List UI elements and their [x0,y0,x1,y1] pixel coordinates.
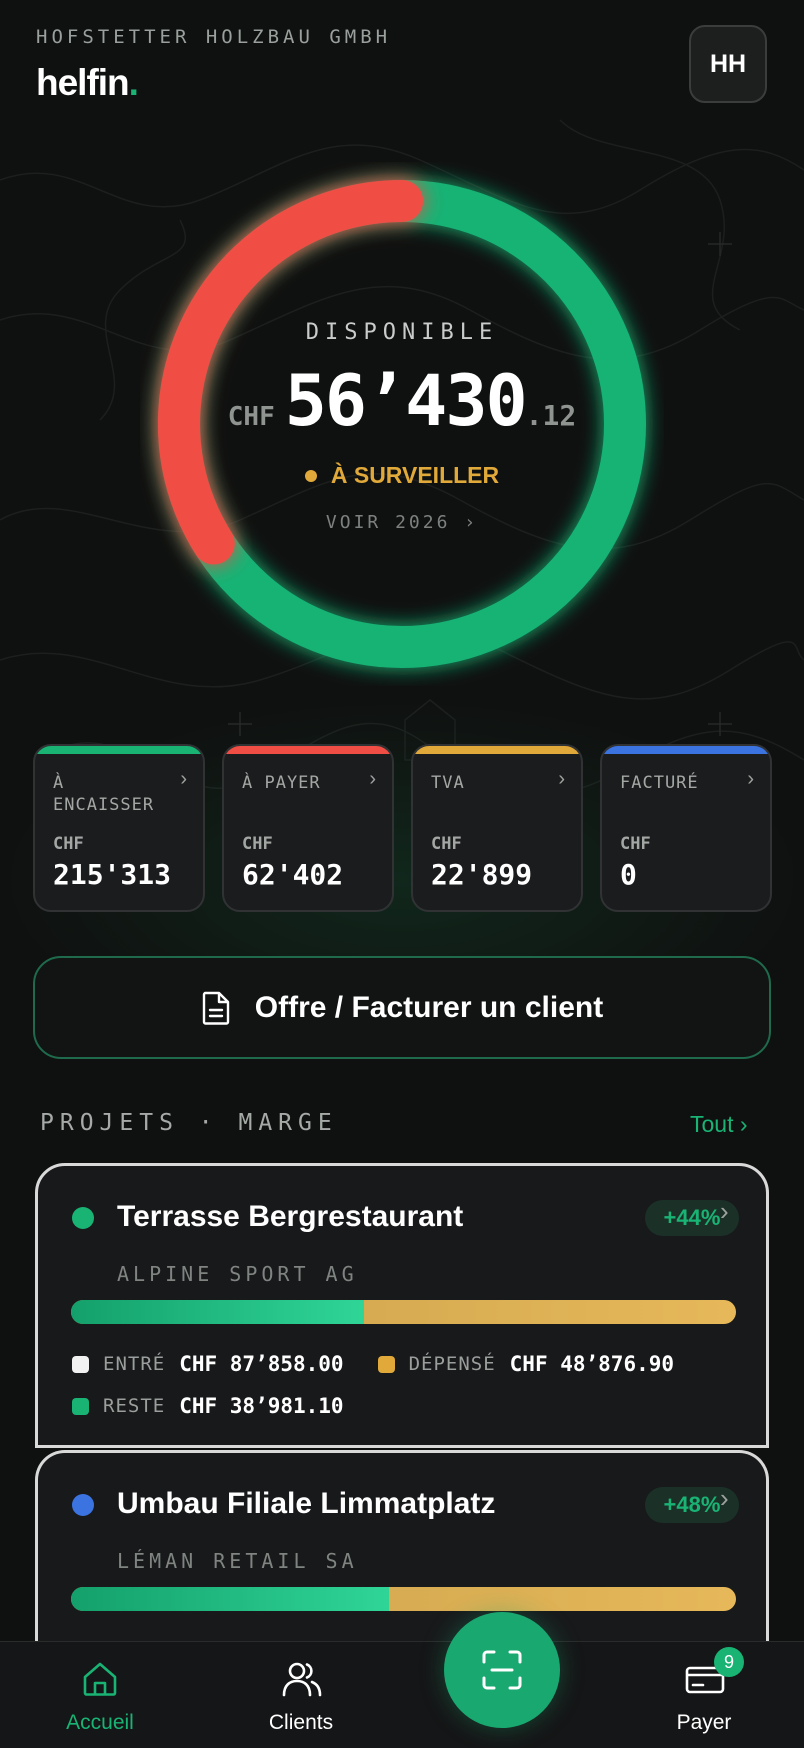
legend-spent-value: CHF 48’876.90 [509,1352,675,1376]
legend-rest-value: CHF 38’981.10 [179,1394,344,1418]
project-status-dot [72,1494,94,1516]
stat-card-to-collect[interactable]: À ENCAISSER › CHF 215'313 [33,744,205,912]
nav-item-home[interactable]: Accueil [25,1642,175,1748]
project-name: Terrasse Bergrestaurant [117,1200,464,1233]
stat-currency: CHF [620,834,651,854]
stat-label: FACTURÉ [620,773,699,793]
home-icon [83,1662,117,1696]
chevron-right-icon: › [747,768,754,790]
legend-entered-label: ENTRÉ [103,1353,166,1375]
balance-label: DISPONIBLE [305,320,499,345]
legend-row: RESTE CHF 38’981.10 [72,1394,378,1418]
stat-accent-bar [602,746,770,754]
see-all-link[interactable]: Tout › [690,1111,748,1138]
project-card[interactable]: Umbau Filiale Limmatplatz LÉMAN RETAIL S… [35,1450,769,1670]
invoice-client-label: Offre / Facturer un client [254,990,604,1024]
bottom-navigation: Accueil Clients Payer [0,1641,804,1748]
stat-currency: CHF [53,834,84,854]
pay-notification-badge: 9 [714,1647,744,1677]
stat-accent-bar [35,746,203,754]
chevron-right-icon: › [720,1196,729,1226]
section-title: PROJETS · MARGE [40,1110,338,1136]
stat-currency: CHF [431,834,462,854]
balance-amount-decimal: .12 [525,399,577,432]
chevron-right-icon: › [720,1483,729,1513]
invoice-client-button[interactable]: Offre / Facturer un client [33,956,771,1059]
margin-progress-bar [71,1587,736,1611]
brand-dot: . [128,62,139,103]
stat-accent-bar [224,746,392,754]
chevron-right-icon: › [369,768,376,790]
project-client: ALPINE SPORT AG [117,1262,358,1286]
status-text: À SURVEILLER [330,462,500,488]
brand-logo: helfin. [36,62,139,104]
stat-accent-bar [413,746,581,754]
nav-label-home: Accueil [66,1711,134,1734]
nav-label-clients: Clients [268,1711,334,1734]
chevron-right-icon: › [180,768,187,790]
scan-button[interactable] [444,1612,560,1728]
stat-card-vat[interactable]: TVA › CHF 22'899 [411,744,583,912]
users-icon [282,1662,322,1697]
chevron-right-icon: › [558,768,565,790]
margin-progress-bar [71,1300,736,1324]
stat-value: 215'313 [53,858,172,891]
nav-item-pay[interactable]: Payer [629,1642,779,1748]
legend-rest-swatch [72,1397,89,1415]
project-client: LÉMAN RETAIL SA [117,1549,358,1573]
status-dot-icon [304,469,317,482]
avatar-button[interactable]: HH [689,25,767,103]
margin-progress-fill [71,1300,364,1324]
legend-entered-value: CHF 87’858.00 [179,1352,344,1376]
legend-spent-swatch [377,1355,395,1373]
balance-donut[interactable]: DISPONIBLE CHF 56’430 .12 À SURVEILLER V… [140,162,664,686]
project-name: Umbau Filiale Limmatplatz [117,1487,496,1520]
stat-value: 62'402 [242,858,344,891]
legend-row: ENTRÉ CHF 87’858.00 DÉPENSÉ CHF 48’876.9… [72,1352,708,1376]
donut-center: DISPONIBLE CHF 56’430 .12 À SURVEILLER V… [140,162,664,686]
stat-card-invoiced[interactable]: FACTURÉ › CHF 0 [600,744,772,912]
stat-value: 22'899 [431,858,533,891]
margin-progress-fill [71,1587,389,1611]
project-card[interactable]: Terrasse Bergrestaurant ALPINE SPORT AG … [35,1163,769,1448]
scan-icon [482,1650,522,1690]
document-icon [202,991,229,1025]
stat-value: 0 [620,858,637,891]
balance-currency: CHF [227,402,275,432]
legend-spent-label: DÉPENSÉ [408,1353,496,1375]
legend-entered-swatch [72,1355,89,1373]
stat-card-to-pay[interactable]: À PAYER › CHF 62'402 [222,744,394,912]
project-status-dot [72,1207,94,1229]
view-year-link[interactable]: VOIR 2026 › [140,512,664,533]
stat-label: À ENCAISSER [53,773,155,815]
status-badge: À SURVEILLER [140,462,664,489]
brand-name: helfin [36,62,130,103]
company-name: HOFSTETTER HOLZBAU GMBH [36,26,392,48]
stat-currency: CHF [242,834,273,854]
stat-label: À PAYER [242,773,321,793]
balance-amount: CHF 56’430 .12 [140,360,664,442]
nav-item-clients[interactable]: Clients [226,1642,376,1748]
legend-rest-label: RESTE [103,1395,166,1417]
balance-amount-integer: 56’430 [284,360,528,442]
stat-label: TVA [431,773,465,793]
nav-label-pay: Payer [676,1711,732,1734]
